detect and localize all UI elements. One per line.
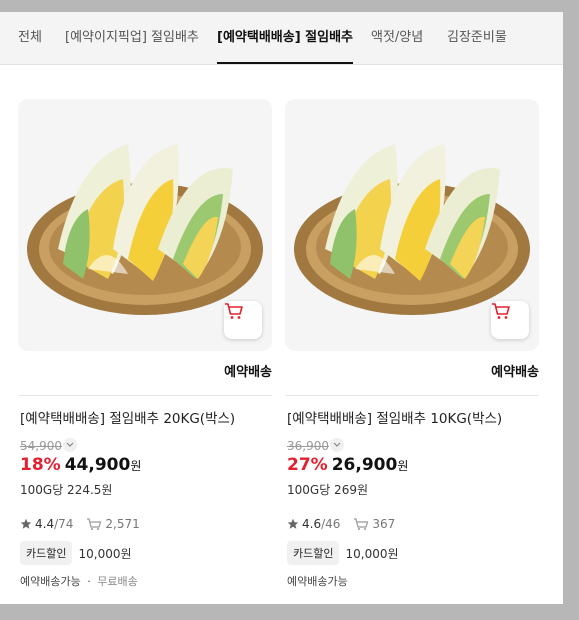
card-discount-badge: 카드할인 [287,541,340,565]
shipping-info: 예약배송가능 [287,573,348,589]
add-to-cart-button[interactable] [224,301,262,339]
cart-count: 367 [372,517,396,531]
review-count: /46 [321,517,341,531]
category-tab-bar: 전체 [예약이지픽업] 절임배추 [예약택배배송] 절임배추 액젓/양념 김장준… [0,12,563,65]
availability-text: 예약배송가능 [287,575,348,588]
add-to-cart-button[interactable] [491,301,529,339]
discount-rate: 18% [20,455,61,475]
price-row: 27% 26,900원 [287,455,408,475]
card-discount-amount: 10,000원 [78,546,132,561]
tab-easy-pickup[interactable]: [예약이지픽업] 절임배추 [65,12,199,64]
product-image[interactable] [285,99,539,351]
card-discount-row: 카드할인 10,000원 [287,541,399,565]
rating-value: 4.4 [35,517,55,531]
star-icon [287,518,299,529]
product-card[interactable]: 예약배송 [예약택배배송] 절임배추 10KG(박스) 36,900 27% 26… [285,99,539,599]
currency-label: 원 [397,459,409,473]
card-discount-amount: 10,000원 [345,546,399,561]
divider [18,395,272,396]
original-price: 36,900 [287,439,329,453]
unit-price: 100G당 224.5원 [20,483,113,497]
delivery-type-label: 예약배송 [224,365,272,380]
shipping-info: 예약배송가능 · 무료배송 [20,573,138,589]
original-price: 54,900 [20,439,62,453]
sale-price: 26,900 [331,455,398,475]
cart-icon [225,303,243,319]
cart-count-icon [354,518,369,530]
cart-count: 2,571 [105,517,140,531]
chevron-down-icon [66,442,74,447]
product-image[interactable] [18,99,272,351]
tab-kimjang-supplies[interactable]: 김장준비물 [447,12,507,64]
cart-icon [492,303,510,319]
product-stats: 4.4/74 2,571 [20,517,140,531]
chevron-down-icon [333,442,341,447]
product-title[interactable]: [예약택배배송] 절임배추 10KG(박스) [287,407,502,427]
product-panel: 전체 [예약이지픽업] 절임배추 [예약택배배송] 절임배추 액젓/양념 김장준… [0,12,563,604]
price-detail-toggle[interactable] [330,438,344,452]
tab-all[interactable]: 전체 [18,12,42,64]
availability-text: 예약배송가능 [20,575,81,588]
currency-label: 원 [130,459,142,473]
rating-value: 4.6 [302,517,322,531]
sale-price: 44,900 [64,455,131,475]
free-shipping-text: 무료배송 [97,575,138,588]
price-detail-toggle[interactable] [63,438,77,452]
delivery-type-label: 예약배송 [491,365,539,380]
price-row: 18% 44,900원 [20,455,141,475]
cart-count-icon [87,518,102,530]
unit-price: 100G당 269원 [287,483,369,497]
separator: · [87,575,91,588]
card-discount-row: 카드할인 10,000원 [20,541,132,565]
tab-parcel-delivery[interactable]: [예약택배배송] 절임배추 [217,12,354,64]
divider [285,395,539,396]
product-card[interactable]: 예약배송 [예약택배배송] 절임배추 20KG(박스) 54,900 18% 44… [18,99,272,599]
discount-rate: 27% [287,455,328,475]
review-count: /74 [54,517,74,531]
card-discount-badge: 카드할인 [20,541,73,565]
star-icon [20,518,32,529]
product-title[interactable]: [예약택배배송] 절임배추 20KG(박스) [20,407,235,427]
tab-fish-sauce[interactable]: 액젓/양념 [371,12,423,64]
product-stats: 4.6/46 367 [287,517,395,531]
